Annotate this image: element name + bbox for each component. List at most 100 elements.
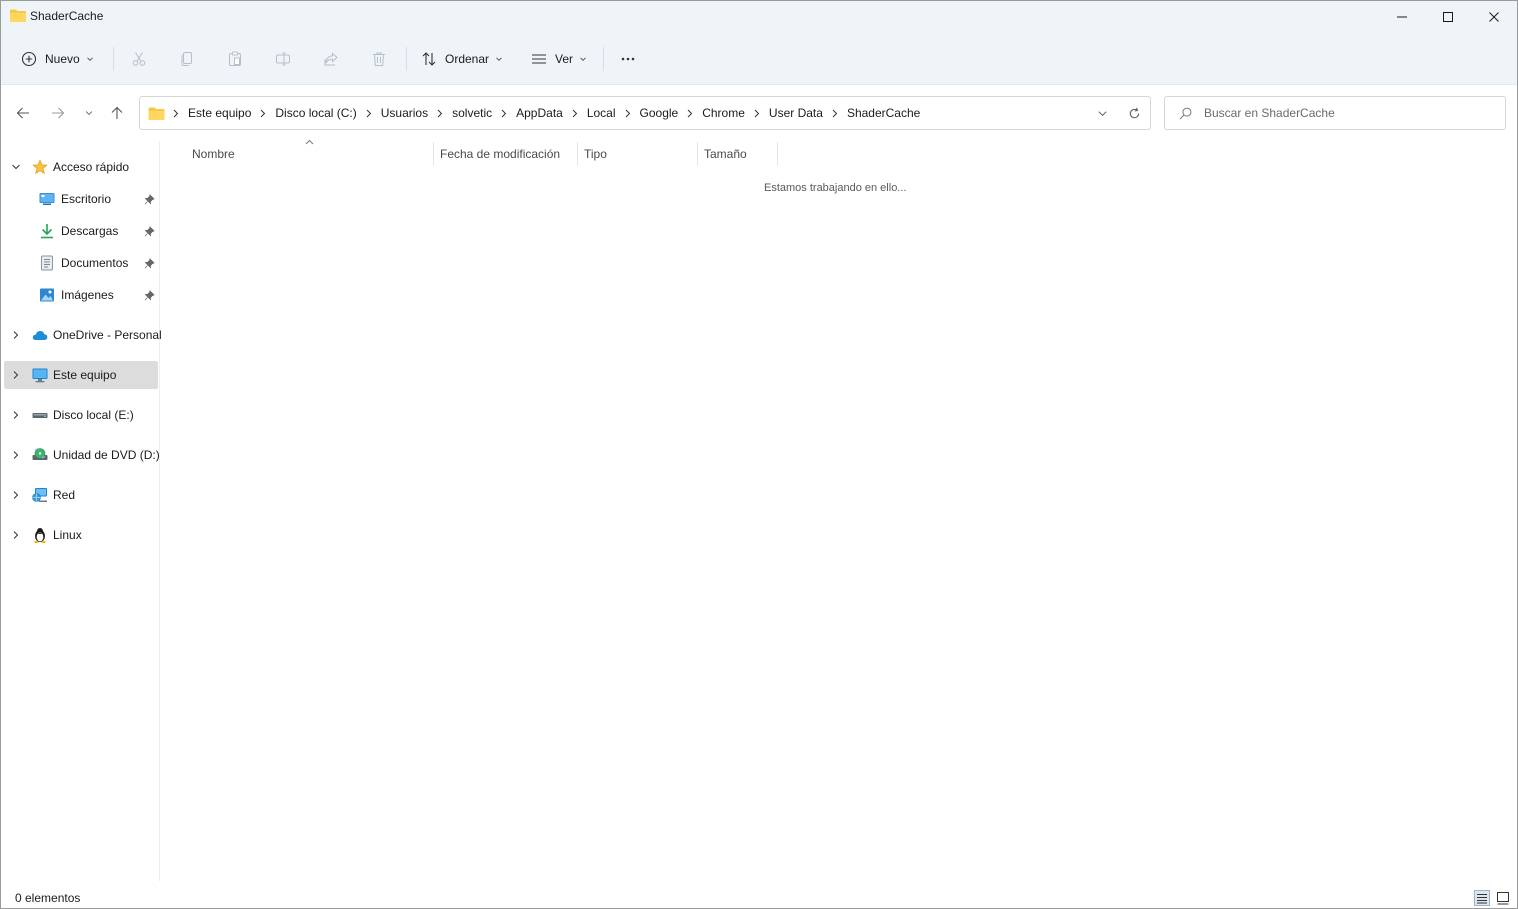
- close-icon: [1489, 12, 1499, 22]
- copy-icon: [181, 52, 192, 66]
- sidebar-item-onedrive[interactable]: OneDrive - Personal: [4, 321, 162, 349]
- sort-button[interactable]: Ordenar: [421, 45, 503, 73]
- view-button[interactable]: Ver: [531, 45, 587, 73]
- column-header-name[interactable]: Nombre: [192, 147, 235, 161]
- toolbar-separator: [113, 47, 114, 71]
- pin-icon: [144, 258, 155, 269]
- dvd-icon: [32, 448, 48, 460]
- rename-icon: [276, 52, 290, 66]
- sort-ascending-icon: [305, 139, 314, 145]
- command-bar: Nuevo Ordenar Ver: [1, 33, 1517, 85]
- network-icon: [32, 488, 47, 502]
- minimize-button[interactable]: [1379, 1, 1425, 33]
- search-icon: [1179, 107, 1192, 119]
- chevron-right-icon: [832, 109, 838, 117]
- large-icons-view-icon[interactable]: [1495, 890, 1511, 906]
- pin-icon: [144, 290, 155, 301]
- cloud-icon: [32, 331, 48, 340]
- breadcrumb-item[interactable]: Usuarios: [381, 106, 428, 120]
- address-bar[interactable]: Este equipo Disco local (C:) Usuarios so…: [139, 96, 1151, 130]
- search-input[interactable]: [1204, 106, 1494, 120]
- sort-icon: [422, 52, 436, 66]
- chevron-right-icon: [366, 109, 371, 117]
- chevron-right-icon: [501, 109, 507, 117]
- minimize-icon: [1397, 16, 1407, 18]
- download-icon: [41, 224, 53, 239]
- rename-button[interactable]: [273, 49, 293, 69]
- sidebar-item-label: Red: [53, 488, 76, 502]
- navigation-pane: Acceso rápido Escritorio Descargas Docum…: [1, 141, 162, 881]
- column-divider[interactable]: [777, 142, 778, 166]
- column-divider[interactable]: [697, 142, 698, 166]
- refresh-button[interactable]: [1118, 97, 1150, 129]
- cut-button[interactable]: [129, 49, 149, 69]
- breadcrumb: Este equipo Disco local (C:) Usuarios so…: [171, 106, 920, 120]
- column-header-size[interactable]: Tamaño: [704, 147, 747, 161]
- sidebar-item-network[interactable]: Red: [4, 481, 158, 509]
- column-divider[interactable]: [433, 142, 434, 166]
- pin-icon: [144, 194, 155, 205]
- arrow-up-icon: [111, 106, 123, 119]
- sidebar-item-dvd-drive[interactable]: Unidad de DVD (D:): [4, 441, 160, 469]
- breadcrumb-item[interactable]: solvetic: [452, 106, 492, 120]
- breadcrumb-item[interactable]: Local: [587, 106, 616, 120]
- chevron-right-icon: [13, 531, 19, 539]
- recent-locations-button[interactable]: [77, 101, 101, 125]
- breadcrumb-item[interactable]: ShaderCache: [847, 106, 920, 120]
- toolbar-separator: [603, 47, 604, 71]
- search-box[interactable]: [1164, 96, 1506, 130]
- breadcrumb-item[interactable]: Este equipo: [188, 106, 251, 120]
- chevron-right-icon: [13, 331, 19, 339]
- drive-icon: [32, 413, 48, 418]
- refresh-icon: [1129, 107, 1139, 118]
- sidebar-item-this-pc[interactable]: Este equipo: [4, 361, 158, 389]
- breadcrumb-item[interactable]: Google: [640, 106, 679, 120]
- document-icon: [41, 255, 53, 271]
- close-button[interactable]: [1471, 1, 1517, 33]
- paste-button[interactable]: [225, 49, 245, 69]
- column-header-type[interactable]: Tipo: [584, 147, 607, 161]
- forward-button[interactable]: [46, 101, 70, 125]
- sidebar-item-label: Escritorio: [61, 192, 112, 206]
- maximize-button[interactable]: [1425, 1, 1471, 33]
- toolbar-separator: [406, 47, 407, 71]
- chevron-right-icon: [173, 109, 179, 117]
- chevron-right-icon: [754, 109, 760, 117]
- breadcrumb-item[interactable]: Disco local (C:): [275, 106, 356, 120]
- linux-icon: [34, 528, 46, 543]
- sidebar-item-local-disk-e[interactable]: Disco local (E:): [4, 401, 158, 429]
- share-button[interactable]: [321, 49, 341, 69]
- sidebar-item-linux[interactable]: Linux: [4, 521, 158, 549]
- star-icon: [32, 159, 48, 175]
- up-button[interactable]: [105, 101, 129, 125]
- title-bar: ShaderCache: [1, 1, 1517, 33]
- chevron-right-icon: [437, 109, 443, 117]
- breadcrumb-item[interactable]: User Data: [769, 106, 823, 120]
- column-divider[interactable]: [577, 142, 578, 166]
- address-history-button[interactable]: [1086, 97, 1118, 129]
- folder-icon: [148, 107, 165, 120]
- sidebar-item-pictures[interactable]: Imágenes: [4, 281, 158, 309]
- chevron-right-icon: [13, 411, 19, 419]
- back-button[interactable]: [11, 101, 35, 125]
- more-options-button[interactable]: [618, 49, 638, 69]
- sidebar-item-documents[interactable]: Documentos: [4, 249, 158, 277]
- sidebar-item-quick-access[interactable]: Acceso rápido: [4, 153, 158, 181]
- sidebar-item-label: Este equipo: [53, 368, 117, 382]
- column-header-modified[interactable]: Fecha de modificación: [440, 147, 560, 161]
- delete-button[interactable]: [369, 49, 389, 69]
- pin-icon: [144, 226, 155, 237]
- details-view-icon[interactable]: [1474, 890, 1490, 906]
- computer-icon: [32, 368, 48, 383]
- new-button[interactable]: Nuevo: [21, 45, 94, 73]
- sidebar-item-label: Disco local (E:): [53, 408, 134, 422]
- cut-icon: [132, 52, 146, 66]
- sidebar-item-desktop[interactable]: Escritorio: [4, 185, 158, 213]
- sidebar-item-label: Documentos: [61, 256, 129, 270]
- breadcrumb-item[interactable]: AppData: [516, 106, 563, 120]
- copy-button[interactable]: [177, 49, 197, 69]
- breadcrumb-item[interactable]: Chrome: [702, 106, 745, 120]
- paste-icon: [229, 51, 241, 66]
- sidebar-item-downloads[interactable]: Descargas: [4, 217, 158, 245]
- sidebar-item-label: Unidad de DVD (D:): [53, 448, 160, 462]
